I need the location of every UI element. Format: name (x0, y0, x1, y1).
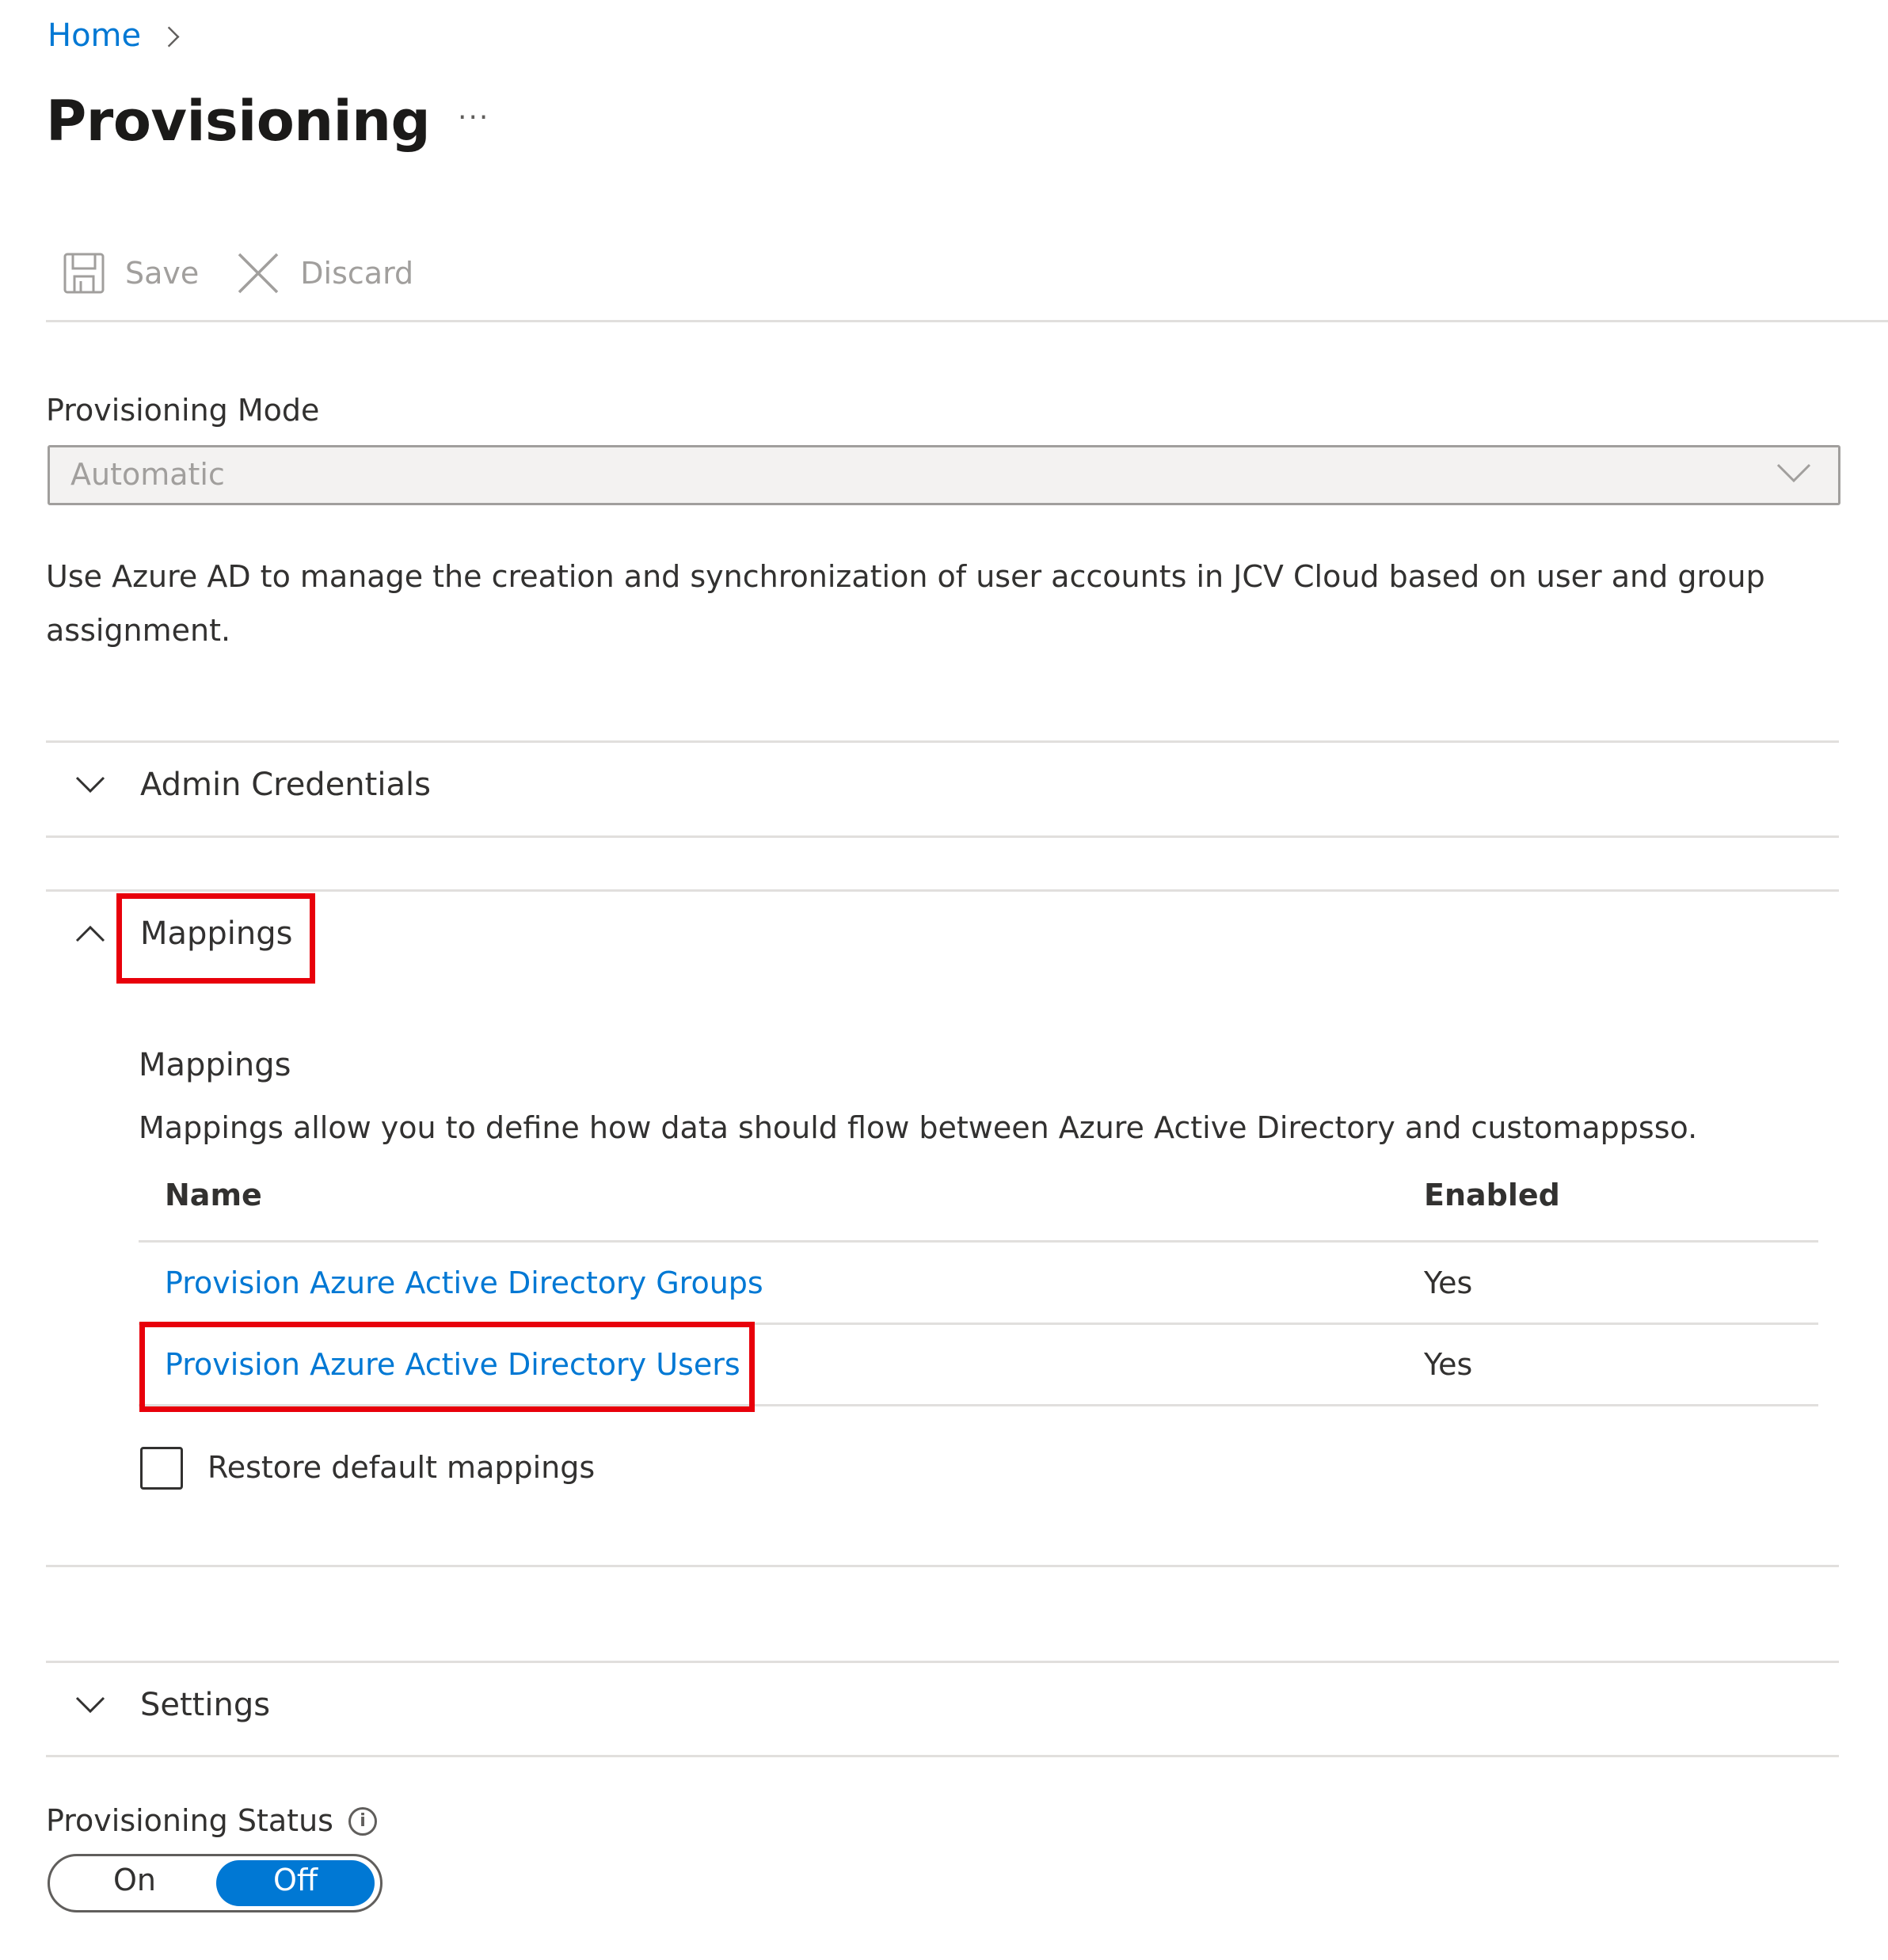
toolbar: Save Discard (63, 252, 413, 295)
mappings-title: Mappings (139, 1047, 291, 1083)
save-label: Save (125, 256, 200, 291)
breadcrumb-home-link[interactable]: Home (48, 17, 141, 54)
highlight-box-users (139, 1322, 755, 1412)
provisioning-status-toggle[interactable]: On Off (48, 1854, 383, 1912)
more-options-button[interactable]: ··· (458, 101, 489, 134)
divider (46, 889, 1839, 892)
chevron-down-icon (75, 776, 105, 794)
section-admin-credentials-label: Admin Credentials (140, 767, 431, 803)
provisioning-status-label: Provisioning Status (46, 1803, 333, 1838)
info-icon[interactable]: i (348, 1807, 377, 1836)
discard-button[interactable]: Discard (237, 252, 413, 295)
divider (46, 835, 1839, 838)
mapping-link-groups[interactable]: Provision Azure Active Directory Groups (165, 1265, 763, 1300)
chevron-down-icon (1776, 463, 1811, 483)
mappings-description: Mappings allow you to define how data sh… (139, 1110, 1698, 1145)
chevron-up-icon (75, 925, 105, 942)
restore-default-mappings-label: Restore default mappings (207, 1450, 596, 1485)
discard-label: Discard (300, 256, 414, 291)
page-title: Provisioning (46, 89, 431, 154)
toggle-off-label: Off (272, 1863, 318, 1897)
table-divider (139, 1240, 1818, 1243)
restore-default-mappings-checkbox[interactable] (140, 1447, 183, 1490)
breadcrumb: Home (48, 17, 180, 54)
divider (46, 740, 1839, 743)
mapping-enabled-value: Yes (1424, 1265, 1473, 1300)
divider (46, 1661, 1839, 1663)
toggle-off-option[interactable]: Off (216, 1860, 375, 1906)
column-header-enabled: Enabled (1424, 1178, 1560, 1212)
section-admin-credentials[interactable]: Admin Credentials (75, 767, 431, 803)
provisioning-mode-label: Provisioning Mode (46, 393, 320, 428)
divider (46, 1755, 1839, 1757)
save-button[interactable]: Save (63, 253, 199, 294)
save-icon (63, 253, 105, 294)
column-header-name: Name (165, 1178, 262, 1212)
section-settings-label: Settings (140, 1687, 271, 1723)
provisioning-mode-dropdown[interactable]: Automatic (48, 445, 1840, 505)
mapping-enabled-value: Yes (1424, 1347, 1473, 1382)
toggle-on-option[interactable]: On (113, 1863, 156, 1897)
provisioning-mode-description: Use Azure AD to manage the creation and … (46, 559, 1765, 648)
divider (46, 1565, 1839, 1567)
provisioning-mode-value: Automatic (70, 457, 225, 492)
toolbar-divider (46, 320, 1888, 322)
chevron-down-icon (75, 1696, 105, 1714)
section-settings[interactable]: Settings (75, 1687, 270, 1723)
chevron-right-icon (158, 25, 180, 48)
highlight-box-mappings (116, 893, 315, 984)
close-icon (238, 253, 279, 294)
